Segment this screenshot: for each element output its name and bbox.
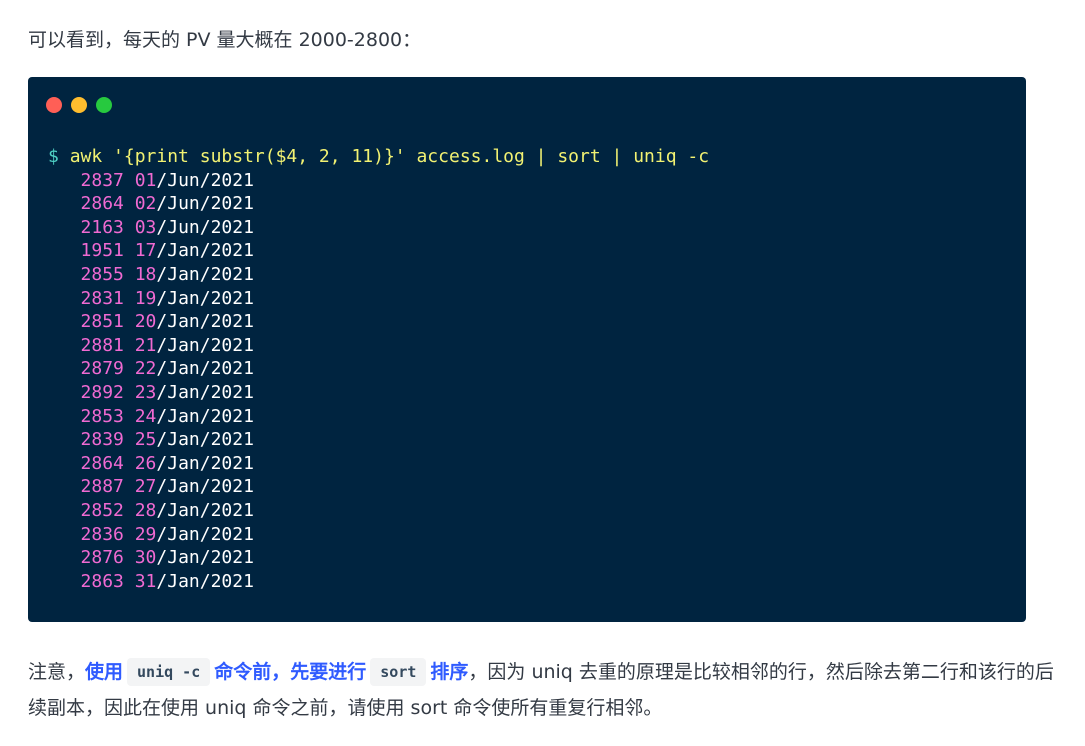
shell-command: awk '{print substr($4, 2, 11)}' access.l… [69,146,710,167]
row-day: 27 [134,476,157,498]
row-day: 25 [134,429,157,451]
close-dot-icon [46,97,62,113]
output-row: 2881 21/Jan/2021 [48,334,709,358]
row-day: 03 [134,216,157,238]
row-date-rest: /Jan/2021 [156,429,254,451]
row-date-rest: /Jan/2021 [156,405,254,427]
row-date-rest: /Jan/2021 [156,452,254,474]
row-count: 2851 [80,311,124,333]
row-count: 2836 [80,523,124,545]
row-date-rest: /Jan/2021 [156,523,254,545]
output-row: 2837 01/Jun/2021 [48,169,709,193]
output-row: 1951 17/Jan/2021 [48,239,709,263]
shell-prompt: $ [48,146,59,167]
row-count: 2879 [80,358,124,380]
output-row: 2831 19/Jan/2021 [48,287,709,311]
row-day: 28 [134,499,157,521]
row-date-rest: /Jan/2021 [156,287,254,309]
row-date-rest: /Jan/2021 [156,476,254,498]
note-highlight-1: 使用 [85,661,124,683]
row-date-rest: /Jan/2021 [156,311,254,333]
row-day: 23 [134,381,157,403]
output-row: 2839 25/Jan/2021 [48,428,709,452]
row-count: 2163 [80,216,124,238]
output-row: 2163 03/Jun/2021 [48,216,709,240]
row-date-rest: /Jan/2021 [156,381,254,403]
row-count: 2887 [80,476,124,498]
inline-code-sort: sort [370,658,427,686]
row-count: 2864 [80,452,124,474]
intro-text: 可以看到，每天的 PV 量大概在 2000-2800： [28,29,422,51]
row-day: 02 [134,193,157,215]
output-row: 2855 18/Jan/2021 [48,263,709,287]
inline-code-uniq: uniq -c [127,658,211,686]
note-lead: 注意， [28,661,86,683]
output-row: 2864 02/Jun/2021 [48,192,709,216]
row-count: 2876 [80,547,124,569]
window-controls [46,97,112,113]
row-count: 2855 [80,263,124,285]
row-count: 2852 [80,499,124,521]
output-row: 2852 28/Jan/2021 [48,499,709,523]
output-row: 2853 24/Jan/2021 [48,405,709,429]
row-date-rest: /Jan/2021 [156,263,254,285]
row-day: 21 [134,334,157,356]
command-line: $ awk '{print substr($4, 2, 11)}' access… [48,145,709,169]
row-count: 2853 [80,405,124,427]
row-count: 2892 [80,381,124,403]
row-count: 2831 [80,287,124,309]
row-date-rest: /Jun/2021 [156,169,254,191]
row-day: 29 [134,523,157,545]
row-day: 22 [134,358,157,380]
row-day: 31 [134,570,157,592]
row-date-rest: /Jun/2021 [156,193,254,215]
output-row: 2892 23/Jan/2021 [48,381,709,405]
row-date-rest: /Jun/2021 [156,216,254,238]
note-paragraph: 注意，使用 uniq -c 命令前，先要进行 sort 排序，因为 uniq 去重的原理… [28,654,1058,726]
output-row: 2836 29/Jan/2021 [48,523,709,547]
row-count: 2839 [80,429,124,451]
output-row: 2851 20/Jan/2021 [48,310,709,334]
row-count: 2837 [80,169,124,191]
row-date-rest: /Jan/2021 [156,358,254,380]
row-count: 1951 [80,240,124,262]
row-count: 2881 [80,334,124,356]
output-row: 2887 27/Jan/2021 [48,475,709,499]
row-date-rest: /Jan/2021 [156,499,254,521]
maximize-dot-icon [96,97,112,113]
output-rows: 2837 01/Jun/2021 2864 02/Jun/2021 2163 0… [48,169,709,594]
row-date-rest: /Jan/2021 [156,570,254,592]
note-highlight-3: 排序 [430,661,469,683]
code-block[interactable]: $ awk '{print substr($4, 2, 11)}' access… [48,145,709,593]
row-count: 2863 [80,570,124,592]
row-day: 24 [134,405,157,427]
output-row: 2863 31/Jan/2021 [48,570,709,594]
code-window: $ awk '{print substr($4, 2, 11)}' access… [28,77,1026,622]
row-day: 30 [134,547,157,569]
row-day: 26 [134,452,157,474]
minimize-dot-icon [71,97,87,113]
output-row: 2864 26/Jan/2021 [48,452,709,476]
row-date-rest: /Jan/2021 [156,240,254,262]
row-day: 20 [134,311,157,333]
row-day: 18 [134,263,157,285]
row-day: 01 [134,169,157,191]
note-highlight-2: 命令前，先要进行 [214,661,367,683]
output-row: 2879 22/Jan/2021 [48,357,709,381]
row-day: 17 [134,240,157,262]
row-count: 2864 [80,193,124,215]
row-date-rest: /Jan/2021 [156,547,254,569]
row-date-rest: /Jan/2021 [156,334,254,356]
row-day: 19 [134,287,157,309]
output-row: 2876 30/Jan/2021 [48,546,709,570]
